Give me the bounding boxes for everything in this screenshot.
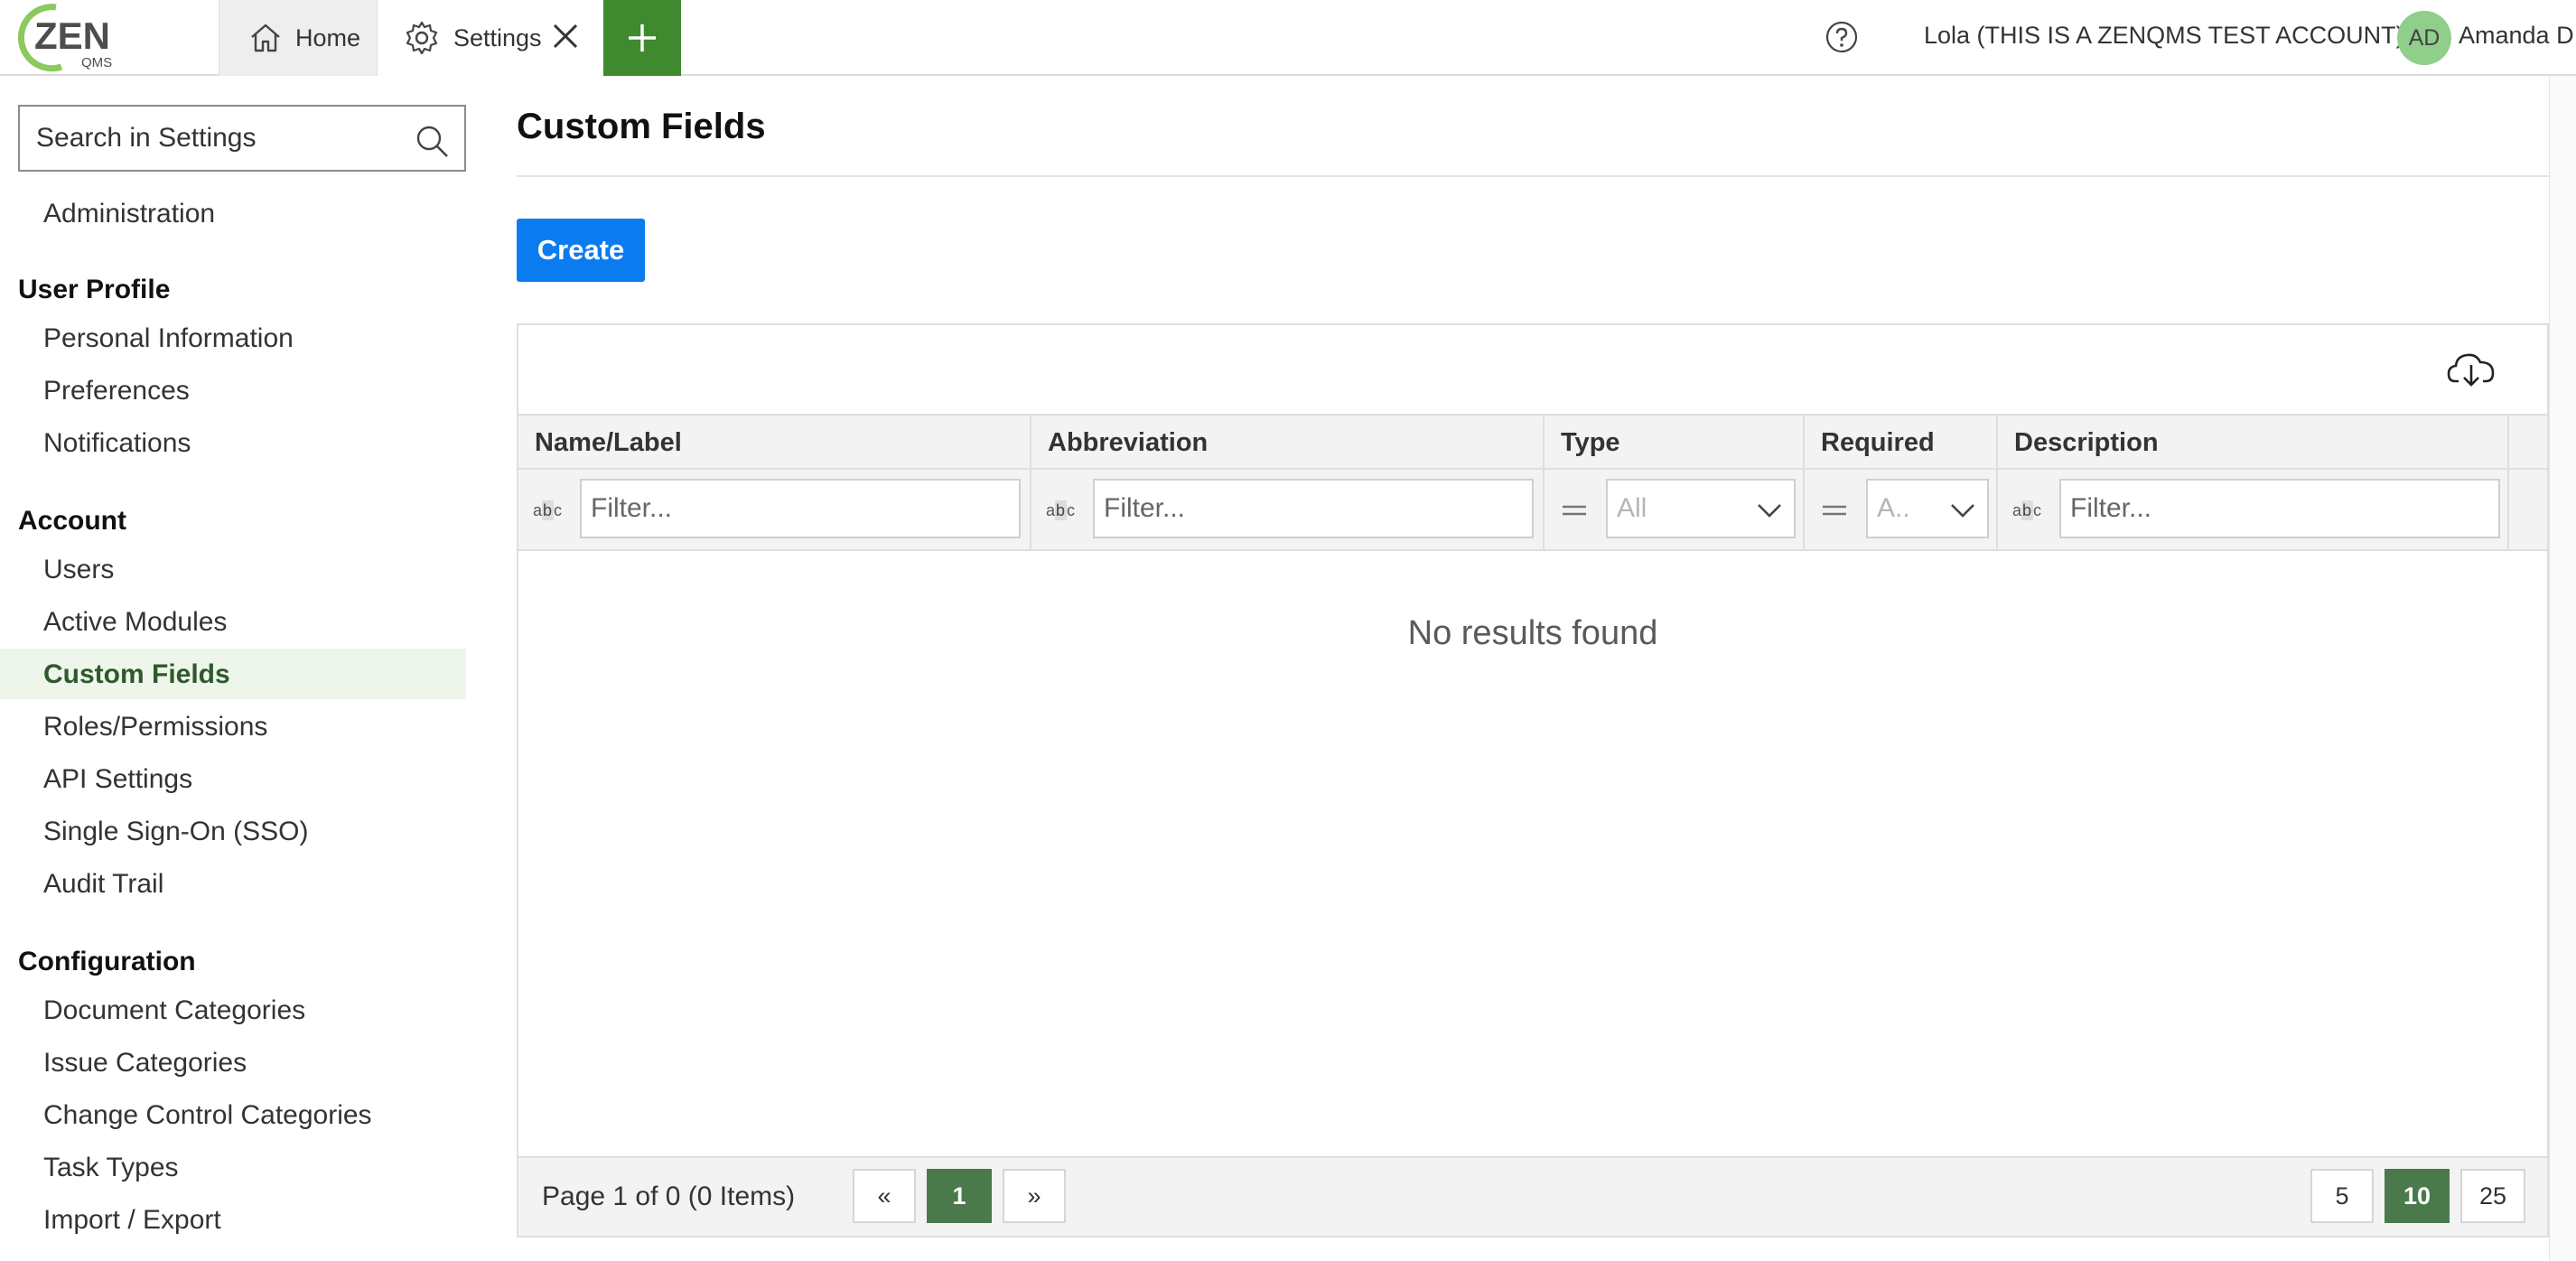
home-icon bbox=[251, 23, 280, 52]
equals-filter-icon[interactable] bbox=[1559, 497, 1590, 524]
add-tab-button[interactable] bbox=[603, 0, 681, 76]
account-name[interactable]: Lola (THIS IS A ZENQMS TEST ACCOUNT) bbox=[1924, 22, 2404, 50]
filter-cell-required: A.. bbox=[1805, 470, 1998, 551]
search-input[interactable] bbox=[36, 123, 397, 154]
sidebar-item-active-modules[interactable]: Active Modules bbox=[43, 607, 227, 638]
svg-text:a: a bbox=[1046, 501, 1056, 519]
column-header-description[interactable]: Description bbox=[1998, 416, 2509, 470]
filter-cell-type: All bbox=[1545, 470, 1805, 551]
grid-filter-row: a b c a b c All bbox=[518, 470, 2547, 551]
next-page-button[interactable]: » bbox=[1003, 1169, 1066, 1223]
pager-info: Page 1 of 0 (0 Items) bbox=[542, 1182, 796, 1211]
zenqms-logo[interactable]: ZEN QMS bbox=[9, 0, 145, 74]
svg-text:ZEN: ZEN bbox=[34, 14, 110, 57]
title-divider bbox=[517, 175, 2549, 177]
svg-text:a: a bbox=[533, 501, 543, 519]
svg-text:c: c bbox=[1067, 501, 1075, 519]
page-scrollbar[interactable] bbox=[2549, 76, 2576, 1261]
help-icon[interactable] bbox=[1825, 20, 1859, 54]
svg-text:c: c bbox=[554, 501, 562, 519]
svg-text:b: b bbox=[1056, 501, 1065, 519]
sidebar-heading-user-profile: User Profile bbox=[18, 275, 171, 304]
filter-cell-description: a b c bbox=[1998, 470, 2509, 551]
column-header-required[interactable]: Required bbox=[1805, 416, 1998, 470]
sidebar-item-issue-categories[interactable]: Issue Categories bbox=[43, 1048, 247, 1079]
type-filter-select[interactable]: All bbox=[1606, 479, 1796, 538]
column-header-abbreviation[interactable]: Abbreviation bbox=[1031, 416, 1545, 470]
create-button[interactable]: Create bbox=[517, 219, 645, 282]
sidebar-item-import-export[interactable]: Import / Export bbox=[43, 1205, 221, 1236]
column-header-name[interactable]: Name/Label bbox=[518, 416, 1031, 470]
sidebar-item-custom-fields[interactable]: Custom Fields bbox=[43, 659, 230, 690]
svg-text:QMS: QMS bbox=[81, 55, 112, 70]
search-icon[interactable] bbox=[414, 123, 450, 159]
text-filter-icon[interactable]: a b c bbox=[533, 497, 564, 524]
page-size-10-button[interactable]: 10 bbox=[2385, 1169, 2450, 1223]
cloud-download-icon[interactable] bbox=[2446, 349, 2497, 392]
user-name[interactable]: Amanda D bbox=[2459, 22, 2574, 50]
avatar[interactable]: AD bbox=[2397, 11, 2451, 65]
gear-icon bbox=[406, 21, 438, 55]
empty-state-text: No results found bbox=[1407, 614, 1658, 652]
chevron-down-icon bbox=[1951, 504, 1974, 518]
sidebar-item-users[interactable]: Users bbox=[43, 555, 114, 585]
filter-cell-name: a b c bbox=[518, 470, 1031, 551]
svg-text:c: c bbox=[2033, 501, 2041, 519]
abbreviation-filter-input[interactable] bbox=[1093, 479, 1534, 538]
settings-search[interactable] bbox=[18, 105, 466, 172]
tab-settings-label: Settings bbox=[453, 23, 542, 51]
tab-home-label: Home bbox=[295, 23, 361, 51]
chevron-down-icon bbox=[1758, 504, 1781, 518]
name-filter-input[interactable] bbox=[580, 479, 1021, 538]
top-bar: ZEN QMS Home Settings Lola (THIS IS A ZE… bbox=[0, 0, 2576, 76]
type-filter-value: All bbox=[1617, 493, 1647, 523]
column-header-type[interactable]: Type bbox=[1545, 416, 1805, 470]
svg-text:b: b bbox=[543, 501, 552, 519]
pager: Page 1 of 0 (0 Items) « 1 » 5 10 25 bbox=[518, 1156, 2547, 1236]
required-filter-value: A.. bbox=[1877, 493, 1910, 523]
page-size-25-button[interactable]: 25 bbox=[2460, 1169, 2525, 1223]
prev-page-button[interactable]: « bbox=[853, 1169, 916, 1223]
description-filter-input[interactable] bbox=[2059, 479, 2500, 538]
page-size-5-button[interactable]: 5 bbox=[2310, 1169, 2374, 1223]
svg-text:b: b bbox=[2022, 501, 2031, 519]
text-filter-icon[interactable]: a b c bbox=[1046, 497, 1077, 524]
sidebar-heading-account: Account bbox=[18, 506, 126, 536]
required-filter-select[interactable]: A.. bbox=[1866, 479, 1989, 538]
sidebar-item-task-types[interactable]: Task Types bbox=[43, 1153, 179, 1183]
grid-header-row: Name/Label Abbreviation Type Required De… bbox=[518, 416, 2547, 470]
sidebar-item-document-categories[interactable]: Document Categories bbox=[43, 995, 305, 1026]
page-title: Custom Fields bbox=[517, 107, 766, 146]
sidebar-item-api-settings[interactable]: API Settings bbox=[43, 764, 192, 795]
sidebar-item-audit-trail[interactable]: Audit Trail bbox=[43, 869, 163, 900]
tab-home[interactable]: Home bbox=[219, 0, 378, 76]
text-filter-icon[interactable]: a b c bbox=[2012, 497, 2043, 524]
svg-text:a: a bbox=[2012, 501, 2022, 519]
sidebar-item-roles-permissions[interactable]: Roles/Permissions bbox=[43, 712, 267, 743]
sidebar-item-sso[interactable]: Single Sign-On (SSO) bbox=[43, 817, 308, 847]
equals-filter-icon[interactable] bbox=[1819, 497, 1850, 524]
page-1-button[interactable]: 1 bbox=[927, 1169, 992, 1223]
sidebar-heading-configuration: Configuration bbox=[18, 947, 196, 976]
sidebar-item-personal-information[interactable]: Personal Information bbox=[43, 323, 294, 354]
sidebar-item-administration[interactable]: Administration bbox=[43, 199, 215, 229]
sidebar-item-change-control-categories[interactable]: Change Control Categories bbox=[43, 1100, 372, 1131]
custom-fields-grid: Name/Label Abbreviation Type Required De… bbox=[517, 323, 2549, 1238]
plus-icon bbox=[629, 24, 656, 51]
sidebar-item-preferences[interactable]: Preferences bbox=[43, 376, 190, 406]
sidebar-item-notifications[interactable]: Notifications bbox=[43, 428, 191, 459]
filter-cell-abbreviation: a b c bbox=[1031, 470, 1545, 551]
close-icon[interactable] bbox=[547, 18, 583, 54]
grid-toolbar bbox=[518, 325, 2547, 416]
